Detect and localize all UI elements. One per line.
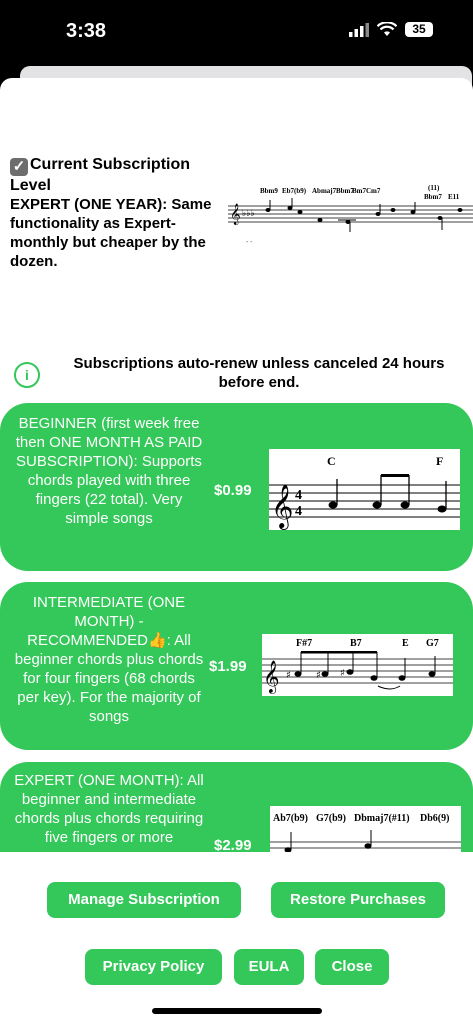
chord-symbol: F: [436, 454, 443, 468]
chord-symbol: Dbmaj7(#11): [354, 813, 410, 824]
chord-symbol: C: [327, 454, 336, 468]
svg-text:4: 4: [295, 488, 302, 503]
svg-text:𝄞: 𝄞: [230, 204, 241, 225]
auto-renew-text: Subscriptions auto-renew unless canceled…: [73, 355, 445, 391]
manage-subscription-button[interactable]: Manage Subscription: [47, 882, 241, 918]
plan-description: EXPERT (ONE MONTH): All beginner and int…: [14, 772, 204, 846]
header-chord: E11: [448, 193, 460, 201]
current-plan-text: EXPERT (ONE YEAR): Same functionality as…: [10, 196, 212, 270]
svg-text:♯: ♯: [286, 670, 291, 681]
plans-list: BEGINNER (first week free then ONE MONTH…: [0, 400, 473, 852]
plan-price[interactable]: $1.99: [209, 658, 247, 675]
close-button[interactable]: Close: [315, 949, 389, 985]
intermediate-chord-notation: 𝄞 F#7 B7 E G7 ♯ ♯ ♯: [262, 634, 453, 696]
current-title: Current Subscription Level: [10, 156, 191, 194]
chord-symbol: E: [402, 638, 409, 649]
svg-text:♯: ♯: [340, 668, 345, 679]
battery-icon: 35: [405, 22, 433, 37]
expert-chord-notation: Ab7(b9) G7(b9) Dbmaj7(#11) Db6(9): [270, 806, 461, 852]
svg-text:𝄞: 𝄞: [263, 660, 280, 694]
privacy-policy-button[interactable]: Privacy Policy: [85, 949, 222, 985]
header-chord: Cm7: [366, 187, 381, 195]
plan-card-expert[interactable]: EXPERT (ONE MONTH): All beginner and int…: [0, 762, 473, 852]
svg-text:♯: ♯: [316, 670, 321, 681]
chord-symbol: Ab7(b9): [273, 813, 308, 824]
eula-button[interactable]: EULA: [234, 949, 304, 985]
chord-symbol: G7(b9): [316, 813, 346, 824]
svg-text:4: 4: [295, 504, 302, 519]
header-chord: (11): [428, 184, 440, 192]
chord-symbol: B7: [350, 638, 362, 649]
info-icon: i: [14, 362, 40, 388]
chord-symbol: G7: [426, 638, 439, 649]
status-icons: 35: [349, 22, 433, 37]
plan-card-beginner[interactable]: BEGINNER (first week free then ONE MONTH…: [0, 403, 473, 571]
wifi-icon: [377, 22, 397, 36]
header-chord: Bm7: [352, 187, 367, 195]
svg-text:♭♭♭: ♭♭♭: [242, 209, 255, 219]
cellular-signal-icon: [349, 22, 369, 37]
header-chord: Eb7(b9): [282, 187, 307, 195]
restore-purchases-button[interactable]: Restore Purchases: [271, 882, 445, 918]
header-chord: Bbm9: [260, 187, 278, 195]
status-bar: 3:38 35: [0, 0, 473, 70]
svg-text:𝄞: 𝄞: [271, 484, 293, 530]
header-chord: Bbm7: [424, 193, 442, 201]
home-indicator: [152, 1008, 322, 1014]
header-chord: Abmaj7: [312, 187, 337, 195]
chord-symbol: Db6(9): [420, 813, 449, 824]
beginner-chord-notation: 𝄞 4 4 C F: [269, 449, 460, 530]
clock: 3:38: [66, 20, 107, 42]
plan-price[interactable]: $0.99: [214, 482, 252, 499]
plan-description: INTERMEDIATE (ONE MONTH) - RECOMMENDED👍:…: [14, 594, 204, 725]
auto-renew-notice: i Subscriptions auto-renew unless cancel…: [14, 354, 464, 392]
checkmark-icon: ✓: [10, 158, 28, 176]
chord-symbol: F#7: [296, 638, 312, 649]
jazz-notation-image: 𝄞 ♭♭♭ Bbm9 Eb7(b9) Abmaj7 Bbm7 Bm7 Cm7 (…: [228, 184, 473, 246]
plan-price[interactable]: $2.99: [214, 837, 252, 852]
current-subscription: ✓ Current Subscription Level EXPERT (ONE …: [10, 155, 220, 271]
plan-description: BEGINNER (first week free then ONE MONTH…: [15, 415, 203, 527]
plan-card-intermediate[interactable]: INTERMEDIATE (ONE MONTH) - RECOMMENDED👍:…: [0, 582, 473, 750]
svg-text:- -: - -: [246, 239, 253, 246]
